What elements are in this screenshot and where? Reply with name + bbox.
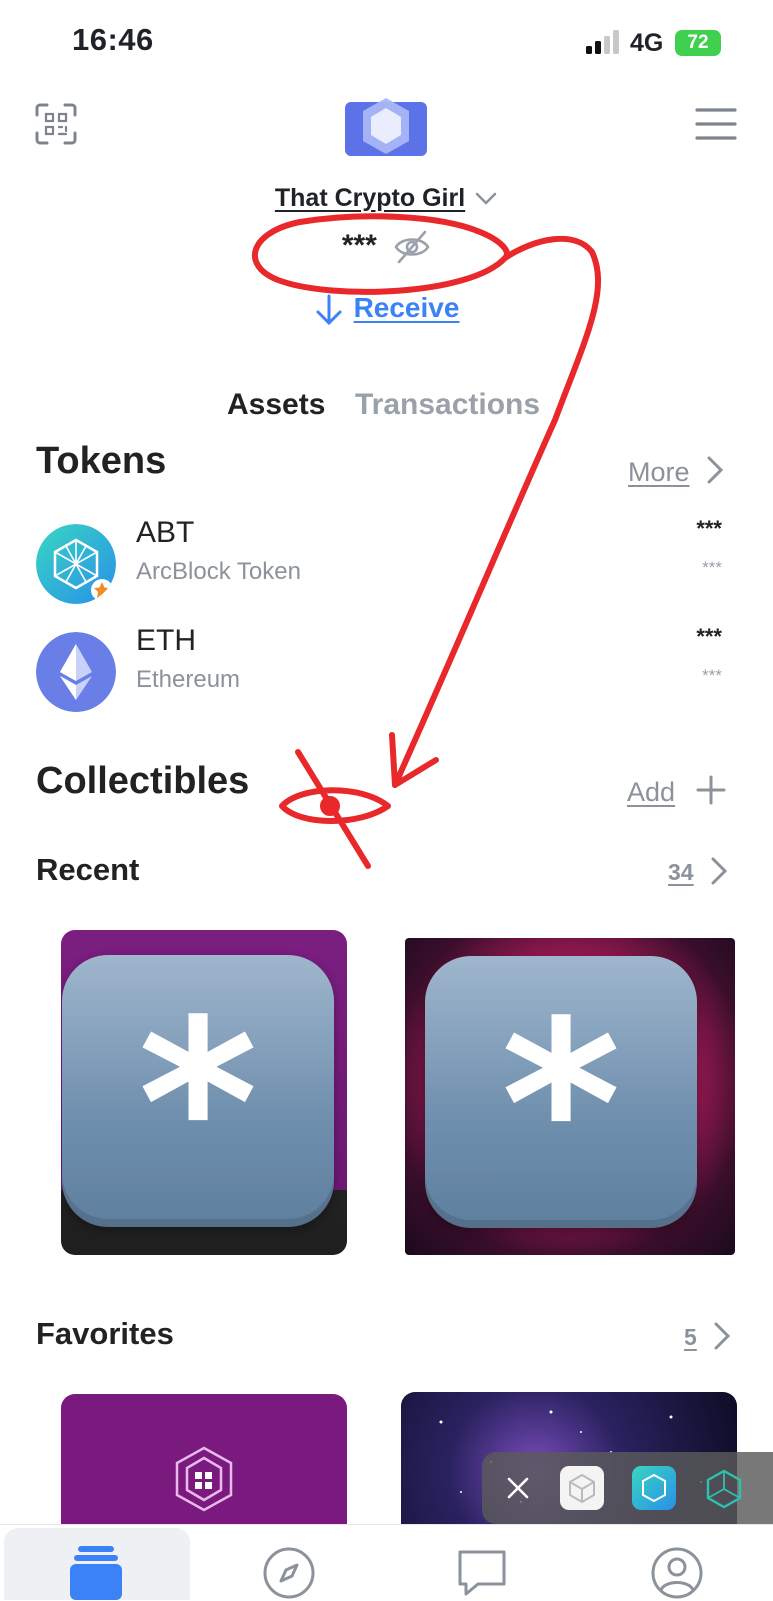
menu-icon[interactable] <box>695 106 737 142</box>
tokens-title: Tokens <box>36 440 167 482</box>
token-balance: *** <box>696 624 722 649</box>
token-value: *** <box>702 666 722 685</box>
favorites-count: 5 <box>684 1324 697 1350</box>
signal-icon <box>586 30 619 54</box>
eth-token-icon <box>36 632 116 712</box>
token-balance: *** <box>696 516 722 541</box>
chevron-right-icon <box>707 456 724 484</box>
chevron-right-icon <box>714 1322 731 1350</box>
receive-button[interactable]: Receive <box>0 292 773 326</box>
recent-collectible-card[interactable]: * <box>61 930 347 1255</box>
collectibles-add-link[interactable]: Add <box>627 775 726 808</box>
wallet-icon[interactable] <box>70 1546 122 1600</box>
token-value: *** <box>702 558 722 577</box>
cube-app-icon[interactable] <box>560 1466 604 1510</box>
hidden-asterisk-overlay: * <box>425 956 697 1228</box>
hexagon-logo-icon <box>175 1446 233 1512</box>
wallet-name: That Crypto Girl <box>274 184 466 212</box>
tab-transactions[interactable]: Transactions <box>355 388 540 422</box>
network-type: 4G <box>630 29 664 57</box>
annotation-strike <box>295 749 371 869</box>
balance-value: *** <box>341 228 377 262</box>
favorite-collectible-card[interactable] <box>61 1394 347 1524</box>
chevron-right-icon <box>711 857 728 885</box>
eye-off-icon[interactable] <box>393 228 431 266</box>
abt-app-icon[interactable] <box>632 1466 676 1510</box>
favorites-title: Favorites <box>36 1316 174 1351</box>
abt-token-icon <box>36 524 116 604</box>
balance-row: *** <box>0 228 773 266</box>
abt-outline-app-icon[interactable] <box>702 1466 746 1510</box>
compass-icon[interactable] <box>262 1546 316 1600</box>
receive-label: Receive <box>353 292 460 323</box>
close-icon[interactable] <box>506 1476 530 1500</box>
profile-icon[interactable] <box>650 1546 704 1600</box>
app-logo <box>345 98 427 156</box>
token-symbol: ETH <box>136 624 196 657</box>
favorites-count-link[interactable]: 5 <box>684 1321 733 1351</box>
battery-indicator: 72 <box>675 30 721 56</box>
status-time: 16:46 <box>72 22 154 57</box>
tokens-more-link[interactable]: More <box>628 455 726 488</box>
tab-assets[interactable]: Assets <box>227 388 325 422</box>
token-symbol: ABT <box>136 516 195 549</box>
recent-title: Recent <box>36 852 140 887</box>
hidden-asterisk-overlay: * <box>62 955 334 1227</box>
chevron-down-icon <box>475 193 497 206</box>
token-name: Ethereum <box>136 666 241 693</box>
floating-dapp-switcher <box>482 1452 773 1524</box>
recent-collectible-card[interactable]: * <box>405 938 735 1255</box>
recent-count: 34 <box>668 859 694 885</box>
collectibles-title: Collectibles <box>36 760 250 802</box>
more-label: More <box>628 457 690 487</box>
token-row-abt[interactable]: ABT ArcBlock Token *** *** <box>0 512 773 608</box>
scan-qr-icon[interactable] <box>34 102 78 146</box>
chat-icon[interactable] <box>456 1548 508 1598</box>
plus-icon <box>696 775 725 805</box>
token-name: ArcBlock Token <box>136 558 301 585</box>
add-label: Add <box>627 777 676 807</box>
recent-count-link[interactable]: 34 <box>668 856 730 886</box>
wallet-switcher[interactable]: That Crypto Girl <box>0 184 773 213</box>
token-row-eth[interactable]: ETH Ethereum *** *** <box>0 620 773 716</box>
annotation-arrowhead <box>389 732 439 788</box>
annotation-crossed-eye <box>279 787 391 824</box>
arrow-down-icon <box>316 294 342 325</box>
